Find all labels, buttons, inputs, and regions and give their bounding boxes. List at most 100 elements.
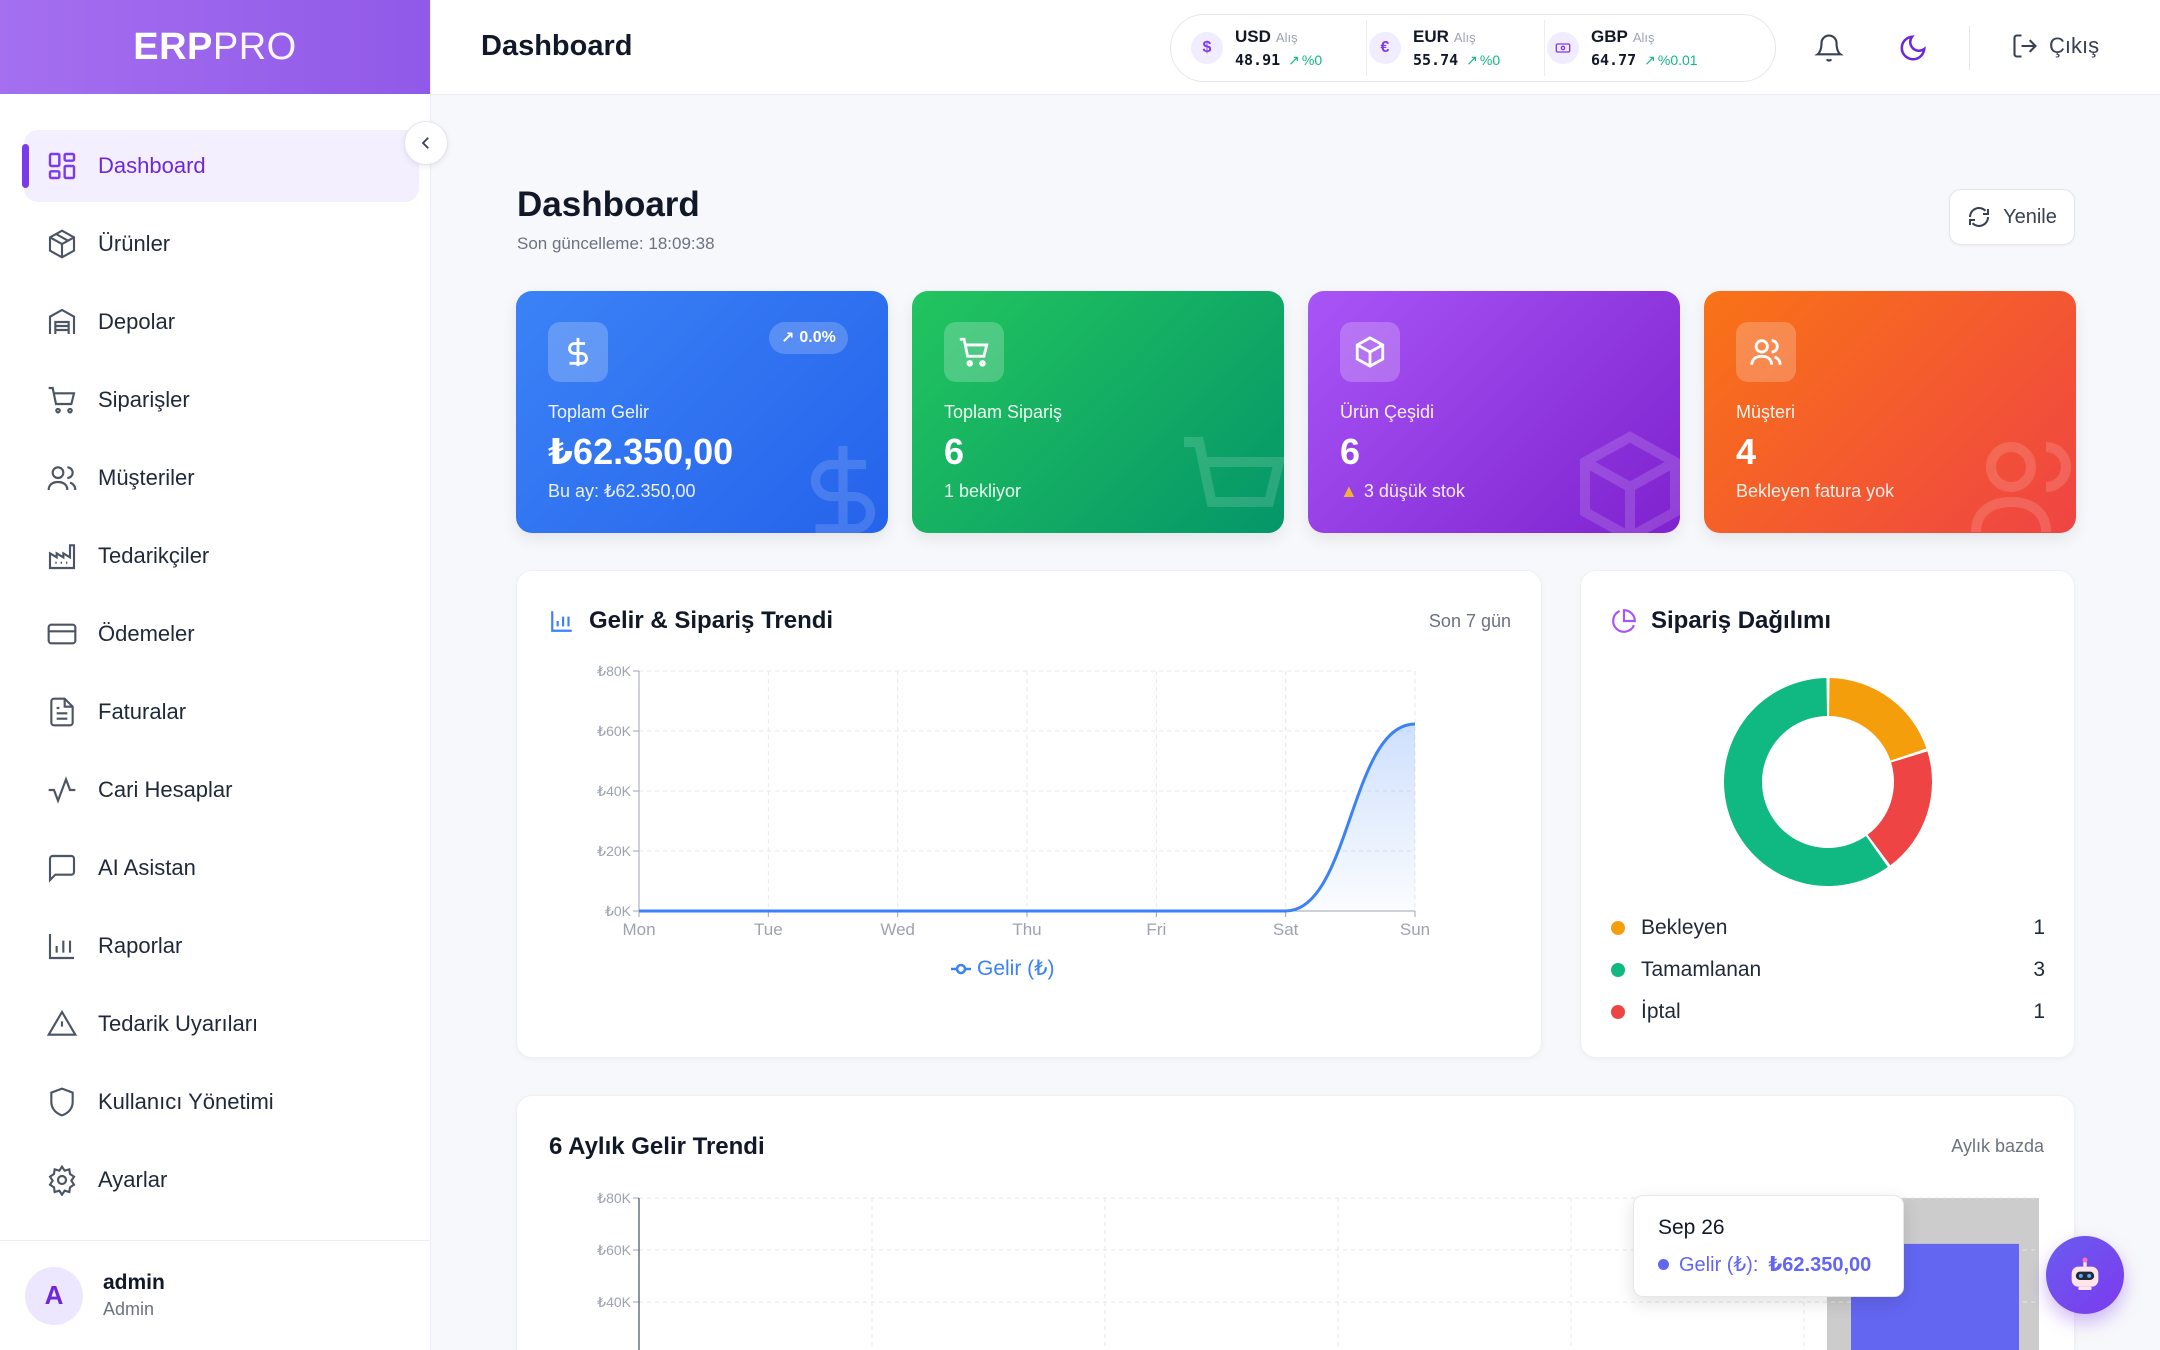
stat-sub: Bu ay: ₺62.350,00 [548, 481, 696, 501]
stat-label: Müşteri [1736, 402, 1796, 422]
sidebar-item-siparisler[interactable]: Siparişler [24, 364, 419, 436]
refresh-button[interactable]: Yenile [1949, 189, 2075, 245]
notifications-button[interactable] [1811, 30, 1847, 66]
x-tick-label: Mon [622, 920, 655, 939]
warehouse-icon [48, 308, 76, 334]
trending-up-icon: ↗ [1644, 52, 1656, 68]
cart-icon [48, 386, 76, 414]
trending-up-icon: ↗ [1466, 52, 1478, 68]
chevron-left-icon [421, 137, 429, 149]
sidebar-item-label: Tedarik Uyarıları [98, 1011, 259, 1036]
users-icon [1736, 322, 1796, 382]
sidebar-item-depolar[interactable]: Depolar [24, 286, 419, 358]
users-icon [47, 466, 77, 491]
page-title: Dashboard [517, 185, 700, 224]
donut-slice-i̇ptal [1867, 751, 1932, 866]
stat-badge: ↗ 0.0% [769, 322, 848, 354]
stat-card-products[interactable]: Ürün Çeşidi 6 ▲ 3 düşük stok [1308, 291, 1680, 533]
message-square-icon [48, 854, 76, 883]
sidebar-item-kullanici-yonetimi[interactable]: Kullanıcı Yönetimi [24, 1066, 419, 1138]
sidebar-item-label: Ödemeler [98, 621, 195, 646]
sidebar-item-urunler[interactable]: Ürünler [24, 208, 419, 280]
app-logo[interactable]: ERP PRO [0, 0, 430, 94]
legend-dot [1611, 963, 1625, 977]
euro-icon: € [1369, 32, 1401, 64]
log-out-icon [2013, 34, 2037, 58]
tooltip-series: Gelir (₺): [1679, 1254, 1759, 1276]
legend-label: Tamamlanan [1641, 958, 1762, 981]
stat-card-orders[interactable]: Toplam Sipariş 6 1 bekliyor [912, 291, 1284, 533]
stat-sub: 1 bekliyor [944, 481, 1022, 501]
chart-tooltip: Sep 26 Gelir (₺): ₺62.350,00 [1633, 1195, 1904, 1297]
factory-icon [48, 544, 76, 570]
user-profile[interactable]: A admin Admin [0, 1240, 431, 1350]
currency-code: USD [1235, 27, 1271, 46]
tooltip-dot [1658, 1259, 1669, 1270]
moon-icon [1900, 35, 1926, 61]
y-tick-label: ₺20K [597, 843, 631, 859]
cart-icon [944, 322, 1004, 382]
theme-toggle-button[interactable] [1895, 30, 1931, 66]
sidebar-item-raporlar[interactable]: Raporlar [24, 910, 419, 982]
robot-icon [2071, 1257, 2099, 1290]
sidebar-item-musteriler[interactable]: Müşteriler [24, 442, 419, 514]
sidebar-item-ayarlar[interactable]: Ayarlar [24, 1144, 419, 1216]
donut-slice-bekleyen [1828, 678, 1927, 761]
legend-marker [955, 963, 967, 975]
stat-label: Toplam Sipariş [944, 402, 1063, 422]
stat-card-customers[interactable]: Müşteri 4 Bekleyen fatura yok [1704, 291, 2076, 533]
shield-icon [50, 1087, 74, 1117]
currency-type: Alış [1632, 30, 1655, 45]
cart-watermark-icon [1184, 437, 1284, 507]
top-header: Dashboard $ USD Alış 48.91 ↗ %0 € EUR Alış 5… [431, 0, 2160, 95]
x-tick-label: Sat [1273, 920, 1299, 939]
sidebar-collapse-button[interactable] [404, 121, 448, 165]
ai-assistant-button[interactable] [2046, 1236, 2124, 1314]
legend-tamamlanan: Tamamlanan 3 [1611, 958, 2045, 982]
sidebar-item-tedarikciler[interactable]: Tedarikçiler [24, 520, 419, 592]
sidebar-item-dashboard[interactable]: Dashboard [22, 130, 419, 202]
logout-button[interactable]: Çıkış [2011, 32, 2099, 60]
sidebar-item-label: Cari Hesaplar [98, 777, 233, 802]
alert-triangle-icon [46, 1009, 78, 1036]
header-divider [1969, 26, 1970, 70]
sidebar-item-label: Ürünler [98, 231, 171, 256]
sidebar-item-ai-asistan[interactable]: AI Asistan [24, 832, 419, 904]
stat-label: Toplam Gelir [548, 402, 650, 422]
y-tick-label: ₺40K [597, 783, 631, 799]
logo-bold: ERP [133, 25, 213, 68]
sidebar-item-label: Ayarlar [98, 1167, 168, 1192]
last-update: Son güncelleme: 18:09:38 [517, 234, 715, 253]
stat-card-revenue[interactable]: ↗ 0.0% Toplam Gelir ₺62.350,00 Bu ay: ₺62… [516, 291, 888, 533]
sidebar-item-odemeler[interactable]: Ödemeler [24, 598, 419, 670]
currency-code: EUR [1413, 27, 1449, 46]
logo-light: PRO [212, 25, 297, 68]
sidebar-item-label: AI Asistan [98, 855, 196, 880]
file-text-icon [50, 697, 74, 727]
currency-value: 55.74 [1413, 51, 1459, 69]
currency-rates: $ USD Alış 48.91 ↗ %0 € EUR Alış 55.74 ↗ %0 GB… [1170, 14, 1776, 82]
trending-up-icon: ↗ [1288, 52, 1300, 68]
refresh-icon [1969, 207, 1990, 227]
legend-iptal: İptal 1 [1611, 1000, 2045, 1024]
stat-value: 6 [944, 431, 965, 472]
y-tick-label: ₺60K [597, 1242, 631, 1258]
sidebar-item-cari-hesaplar[interactable]: Cari Hesaplar [24, 754, 419, 826]
dollar-icon [548, 322, 608, 382]
box-icon [48, 229, 76, 259]
credit-card-icon [47, 623, 77, 645]
currency-change: %0.01 [1657, 52, 1698, 68]
legend-label: Gelir (₺) [977, 957, 1055, 980]
x-tick-label: Sun [1400, 920, 1430, 939]
sidebar-item-label: Kullanıcı Yönetimi [98, 1089, 274, 1114]
x-tick-label: Thu [1012, 920, 1041, 939]
y-tick-label: ₺80K [597, 663, 631, 679]
legend-label: İptal [1641, 1000, 1681, 1023]
badge-value: 0.0% [799, 329, 836, 346]
logout-label: Çıkış [2049, 33, 2100, 58]
trend-card: Gelir & Sipariş Trendi Son 7 gün ₺0K ₺20K… [516, 570, 1542, 1058]
sidebar-item-faturalar[interactable]: Faturalar [24, 676, 419, 748]
stat-value: 6 [1340, 431, 1361, 472]
box-icon [1340, 322, 1400, 382]
sidebar-item-tedarik-uyarilari[interactable]: Tedarik Uyarıları [24, 988, 419, 1060]
